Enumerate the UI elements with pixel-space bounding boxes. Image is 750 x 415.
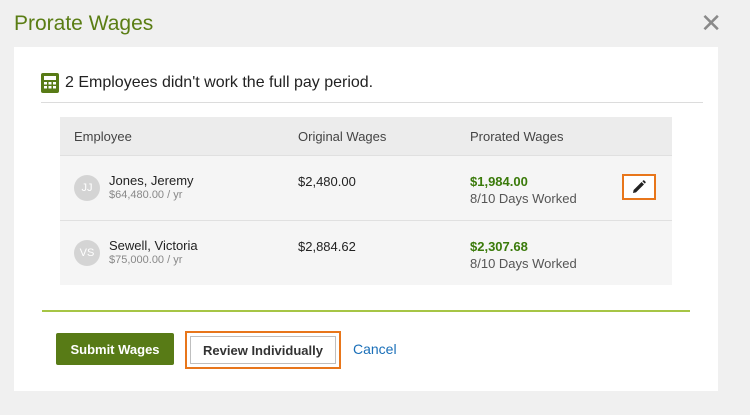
days-worked: 8/10 Days Worked <box>470 191 577 206</box>
table-row: VS Sewell, Victoria $75,000.00 / yr $2,8… <box>60 220 672 285</box>
review-individually-button[interactable]: Review Individually <box>190 336 336 364</box>
employee-name: Sewell, Victoria <box>109 238 198 253</box>
calculator-icon <box>41 73 59 93</box>
prorated-wages: $2,307.68 <box>470 239 528 254</box>
employee-name: Jones, Jeremy <box>109 173 194 188</box>
page-title: Prorate Wages <box>14 12 154 35</box>
prorated-wages: $1,984.00 <box>470 174 528 189</box>
col-employee: Employee <box>74 129 132 144</box>
section-divider <box>42 310 690 312</box>
notice-text: 2 Employees didn't work the full pay per… <box>65 74 374 91</box>
review-highlight: Review Individually <box>185 331 341 369</box>
submit-wages-button[interactable]: Submit Wages <box>56 333 174 365</box>
cancel-link[interactable]: Cancel <box>353 341 397 357</box>
wages-table: Employee Original Wages Prorated Wages J… <box>60 117 672 285</box>
pencil-icon <box>633 180 646 193</box>
avatar: JJ <box>74 175 100 201</box>
dialog-card: 2 Employees didn't work the full pay per… <box>14 47 718 391</box>
table-row: JJ Jones, Jeremy $64,480.00 / yr $2,480.… <box>60 155 672 220</box>
original-wages: $2,480.00 <box>298 174 356 189</box>
table-header: Employee Original Wages Prorated Wages <box>60 117 672 155</box>
employee-salary: $64,480.00 / yr <box>109 189 183 201</box>
avatar: VS <box>74 240 100 266</box>
close-icon[interactable]: ✕ <box>700 10 722 36</box>
original-wages: $2,884.62 <box>298 239 356 254</box>
days-worked: 8/10 Days Worked <box>470 256 577 271</box>
col-original-wages: Original Wages <box>298 129 387 144</box>
notice-banner: 2 Employees didn't work the full pay per… <box>41 72 703 103</box>
employee-salary: $75,000.00 / yr <box>109 254 183 266</box>
edit-button[interactable] <box>622 174 656 200</box>
col-prorated-wages: Prorated Wages <box>470 129 564 144</box>
